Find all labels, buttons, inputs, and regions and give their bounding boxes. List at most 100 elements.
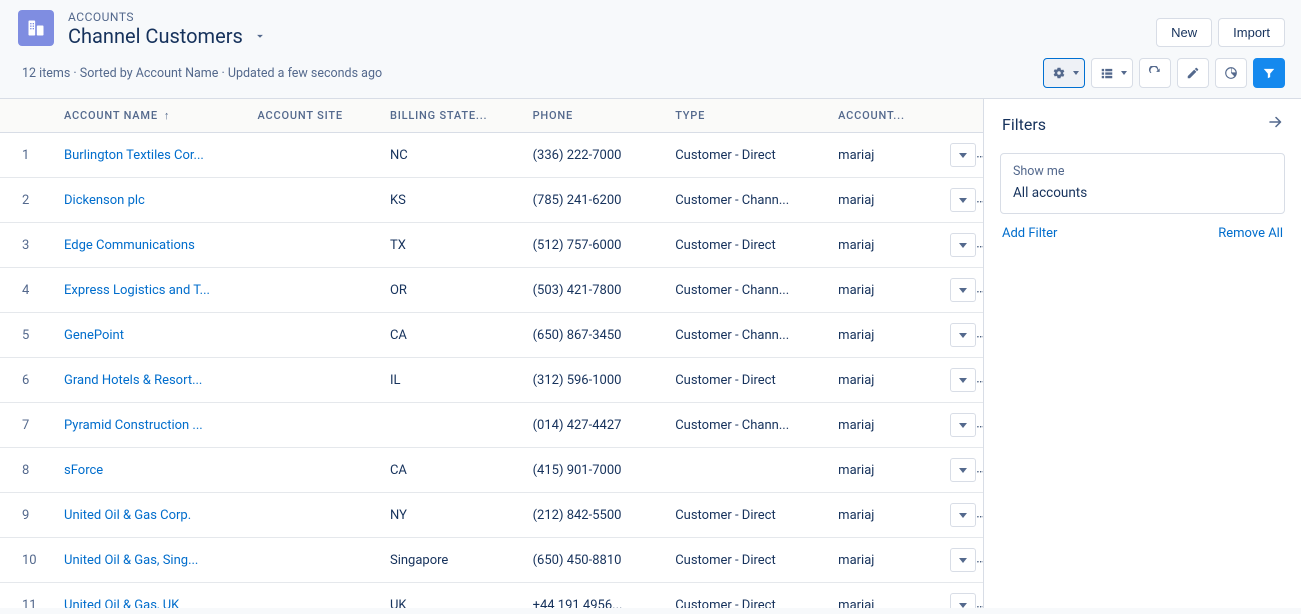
table-row: 1Burlington Textiles Cor...NC(336) 222-7… [0, 133, 983, 178]
cell-billing-state: TX [382, 223, 525, 268]
object-eyebrow: ACCOUNTS [68, 10, 1156, 24]
cell-account-name: GenePoint [56, 313, 250, 358]
chevron-down-icon [959, 153, 967, 158]
chevron-down-icon [1073, 71, 1079, 75]
table-row: 11United Oil & Gas, UKUK+44 191 4956...C… [0, 583, 983, 609]
close-filters-icon[interactable] [1267, 113, 1285, 135]
chevron-down-icon [959, 468, 967, 473]
cell-account-name: Burlington Textiles Cor... [56, 133, 250, 178]
record-link[interactable]: United Oil & Gas, Sing... [64, 553, 198, 568]
filter-show-me-value: All accounts [1013, 185, 1272, 201]
list-view-switcher-icon[interactable] [253, 29, 267, 43]
row-index: 6 [0, 358, 56, 403]
cell-phone: (650) 450-8810 [525, 538, 668, 583]
cell-account-site [250, 133, 382, 178]
row-index: 4 [0, 268, 56, 313]
table-row: 3Edge CommunicationsTX(512) 757-6000Cust… [0, 223, 983, 268]
record-link[interactable]: Dickenson plc [64, 193, 145, 208]
cell-billing-state [382, 403, 525, 448]
col-account-owner[interactable]: ACCOUNT... [830, 99, 942, 133]
cell-owner: mariaj [830, 133, 942, 178]
table-row: 8sForceCA(415) 901-7000mariaj [0, 448, 983, 493]
chart-button[interactable] [1215, 58, 1247, 88]
cell-account-site [250, 538, 382, 583]
cell-type: Customer - Chann... [667, 268, 830, 313]
cell-account-site [250, 493, 382, 538]
col-type[interactable]: TYPE [667, 99, 830, 133]
record-link[interactable]: United Oil & Gas Corp. [64, 508, 191, 523]
row-actions-button[interactable] [950, 548, 976, 572]
list-meta: 12 items · Sorted by Account Name · Upda… [22, 66, 1043, 81]
row-actions-button[interactable] [950, 143, 976, 167]
edit-button[interactable] [1177, 58, 1209, 88]
cell-type: Customer - Direct [667, 133, 830, 178]
cell-phone: (512) 757-6000 [525, 223, 668, 268]
record-link[interactable]: United Oil & Gas, UK [64, 598, 179, 609]
sort-asc-icon: ↑ [164, 109, 170, 122]
list-view-controls-button[interactable] [1043, 58, 1085, 88]
chevron-down-icon [959, 423, 967, 428]
cell-phone: (785) 241-6200 [525, 178, 668, 223]
col-billing-state[interactable]: BILLING STATE... [382, 99, 525, 133]
filter-button[interactable] [1253, 58, 1285, 88]
cell-account-name: United Oil & Gas, Sing... [56, 538, 250, 583]
record-link[interactable]: Express Logistics and T... [64, 283, 210, 298]
cell-account-name: Grand Hotels & Resort... [56, 358, 250, 403]
cell-billing-state: UK [382, 583, 525, 609]
cell-account-site [250, 313, 382, 358]
record-link[interactable]: Pyramid Construction ... [64, 418, 203, 433]
row-actions-button[interactable] [950, 503, 976, 527]
cell-owner: mariaj [830, 178, 942, 223]
list-view-title[interactable]: Channel Customers [68, 24, 1156, 48]
cell-owner: mariaj [830, 583, 942, 609]
cell-actions [942, 583, 983, 609]
cell-owner: mariaj [830, 313, 942, 358]
row-index: 10 [0, 538, 56, 583]
cell-actions [942, 268, 983, 313]
record-link[interactable]: GenePoint [64, 328, 124, 343]
record-link[interactable]: Grand Hotels & Resort... [64, 373, 202, 388]
col-account-name[interactable]: ACCOUNT NAME↑ [56, 99, 250, 133]
cell-type: Customer - Direct [667, 538, 830, 583]
refresh-button[interactable] [1139, 58, 1171, 88]
cell-phone: (212) 842-5500 [525, 493, 668, 538]
row-actions-button[interactable] [950, 413, 976, 437]
record-link[interactable]: Edge Communications [64, 238, 195, 253]
col-phone[interactable]: PHONE [525, 99, 668, 133]
table-row: 10 United Oil & Gas, Sing... Singapore(650… [0, 538, 983, 583]
cell-account-site [250, 178, 382, 223]
display-as-button[interactable] [1091, 58, 1133, 88]
cell-type: Customer - Chann... [667, 403, 830, 448]
table-row: 2Dickenson plcKS(785) 241-6200Customer -… [0, 178, 983, 223]
cell-type: Customer - Chann... [667, 178, 830, 223]
cell-type: Customer - Chann... [667, 313, 830, 358]
new-button[interactable]: New [1156, 18, 1212, 47]
add-filter-link[interactable]: Add Filter [1002, 226, 1057, 241]
row-actions-button[interactable] [950, 188, 976, 212]
import-button[interactable]: Import [1218, 18, 1285, 47]
row-actions-button[interactable] [950, 458, 976, 482]
cell-type: Customer - Direct [667, 583, 830, 609]
row-index: 8 [0, 448, 56, 493]
row-actions-button[interactable] [950, 593, 976, 608]
row-actions-button[interactable] [950, 278, 976, 302]
row-actions-button[interactable] [950, 368, 976, 392]
cell-owner: mariaj [830, 223, 942, 268]
cell-account-name: sForce [56, 448, 250, 493]
chevron-down-icon [1121, 71, 1127, 75]
cell-billing-state: Singapore [382, 538, 525, 583]
filter-scope-card[interactable]: Show me All accounts [1000, 153, 1285, 214]
table-row: 7Pyramid Construction ...(014) 427-4427C… [0, 403, 983, 448]
cell-billing-state: CA [382, 448, 525, 493]
row-index: 1 [0, 133, 56, 178]
record-link[interactable]: sForce [64, 463, 103, 478]
remove-all-link[interactable]: Remove All [1218, 226, 1283, 241]
cell-account-site [250, 583, 382, 609]
cell-actions [942, 223, 983, 268]
cell-type: Customer - Direct [667, 493, 830, 538]
col-account-site[interactable]: ACCOUNT SITE [250, 99, 382, 133]
row-actions-button[interactable] [950, 233, 976, 257]
record-link[interactable]: Burlington Textiles Cor... [64, 148, 204, 163]
row-actions-button[interactable] [950, 323, 976, 347]
chevron-down-icon [959, 243, 967, 248]
